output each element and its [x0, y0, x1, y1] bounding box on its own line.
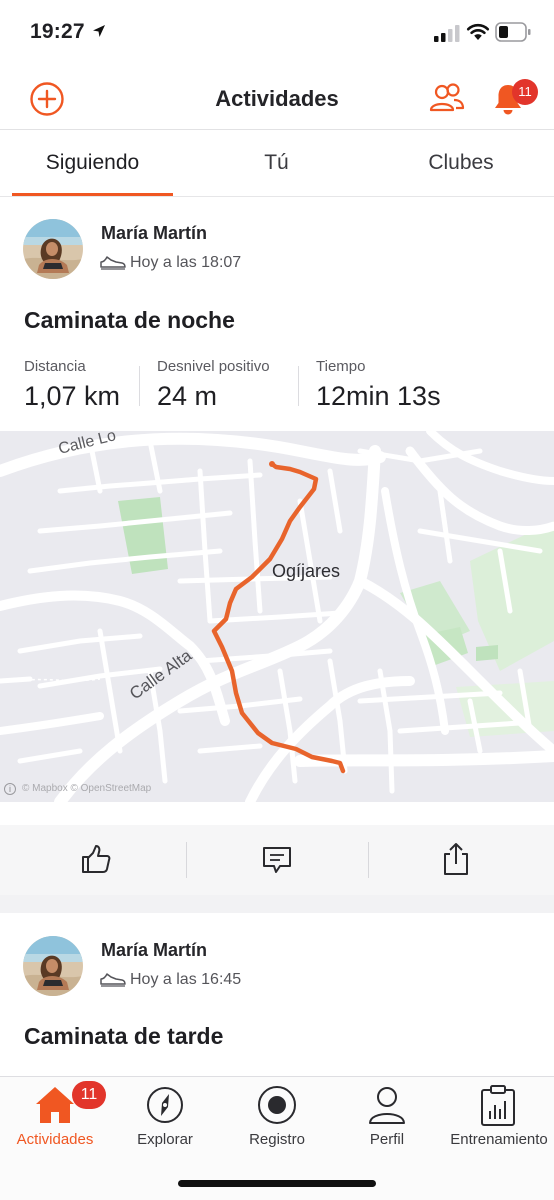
tabbar-label: Perfil: [369, 1131, 405, 1148]
action-divider: [186, 842, 187, 878]
tab-you[interactable]: Tú: [196, 131, 357, 197]
activity-map[interactable]: [0, 431, 554, 802]
stat-time-value: 12min 13s: [316, 381, 441, 411]
tab-selected-indicator: [12, 193, 173, 196]
nav-header: Actividades: [0, 66, 554, 130]
wifi-icon: [466, 23, 490, 40]
share-button[interactable]: [368, 825, 552, 895]
tabbar-item-record[interactable]: Registro: [222, 1077, 332, 1167]
tabbar-item-training[interactable]: Entrenamiento: [444, 1077, 554, 1167]
activity-title[interactable]: Caminata de tarde: [24, 1023, 223, 1050]
notification-badge: 11: [512, 79, 538, 105]
tab-following[interactable]: Siguiendo: [12, 131, 173, 197]
comment-icon: [263, 847, 291, 873]
stat-time-label: Tiempo: [316, 358, 366, 375]
map-attribution: © Mapbox © OpenStreetMap: [22, 783, 152, 794]
action-divider: [368, 842, 369, 878]
tabbar-item-profile[interactable]: Perfil: [332, 1077, 442, 1167]
tabbar-label: Registro: [249, 1131, 305, 1148]
feed-tabs: Siguiendo Tú Clubes: [0, 131, 554, 197]
shoe-icon: [100, 256, 126, 270]
profile-icon: [369, 1087, 405, 1124]
status-bar: 19:27: [0, 0, 554, 66]
tabbar-label: Entrenamiento: [450, 1131, 548, 1148]
compass-icon: [147, 1087, 183, 1123]
signal-icon: [434, 25, 460, 42]
activity-actions: [0, 825, 554, 895]
activity-time: Hoy a las 18:07: [130, 254, 242, 271]
status-time: 19:27: [30, 20, 85, 43]
training-icon: [481, 1085, 515, 1126]
athlete-name[interactable]: María Martín: [101, 940, 207, 961]
like-icon: [82, 845, 111, 873]
activity-time: Hoy a las 16:45: [130, 971, 242, 988]
share-icon: [444, 843, 468, 875]
stat-elevation-label: Desnivel positivo: [157, 358, 270, 375]
stat-divider: [298, 366, 299, 406]
activity-title[interactable]: Caminata de noche: [24, 307, 235, 334]
location-arrow-icon: [93, 25, 105, 37]
friends-icon[interactable]: [429, 83, 465, 113]
tabbar-label: Actividades: [16, 1131, 94, 1148]
page-title: Actividades: [215, 86, 339, 111]
home-indicator: [178, 1180, 376, 1187]
stat-elevation-value: 24 m: [157, 381, 218, 411]
map-canvas: [0, 431, 554, 802]
activities-badge: 11: [72, 1081, 106, 1109]
feed-separator: [0, 895, 554, 913]
battery-icon: [495, 22, 531, 42]
record-icon: [258, 1086, 296, 1124]
avatar[interactable]: [23, 219, 83, 279]
map-town-label: Ogíjares: [272, 561, 341, 581]
like-button[interactable]: [4, 825, 188, 895]
tabbar-label: Explorar: [137, 1131, 193, 1148]
stat-divider: [139, 366, 140, 406]
avatar[interactable]: [23, 936, 83, 996]
shoe-icon: [100, 973, 126, 987]
home-icon: [36, 1087, 74, 1123]
stat-distance-label: Distancia: [24, 358, 86, 375]
athlete-name[interactable]: María Martín: [101, 223, 207, 244]
tabbar-item-explore[interactable]: Explorar: [110, 1077, 220, 1167]
stat-distance-value: 1,07 km: [24, 381, 121, 411]
comment-button[interactable]: [186, 825, 370, 895]
tab-clubs[interactable]: Clubes: [380, 131, 542, 197]
map-info-icon[interactable]: i: [4, 783, 16, 795]
